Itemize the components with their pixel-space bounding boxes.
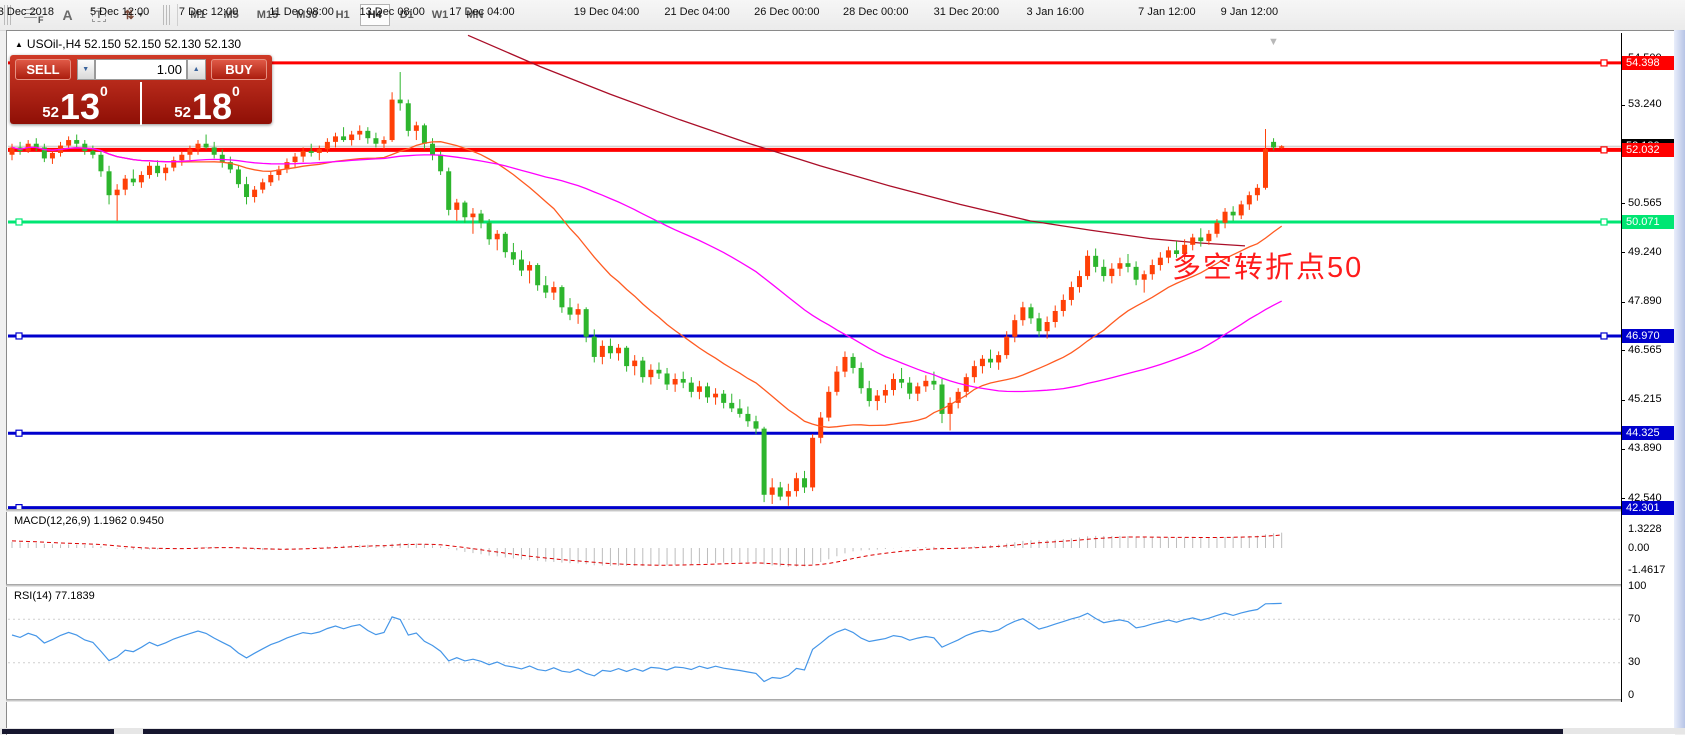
volume-decrease-button[interactable]: ▼	[77, 59, 96, 80]
price-axis[interactable]: 54.50053.24050.56549.24047.89046.56545.2…	[1621, 33, 1674, 728]
axis-tick	[1621, 400, 1625, 401]
ma-slow-line	[12, 147, 1282, 391]
bottom-edge-segment	[143, 729, 1563, 734]
price-tick-label: 45.215	[1628, 393, 1662, 405]
time-axis-label: 21 Dec 04:00	[664, 6, 729, 18]
rsi-label: RSI(14) 77.1839	[14, 590, 95, 602]
time-axis-label: 7 Jan 12:00	[1138, 6, 1196, 18]
rsi-canvas	[8, 587, 1621, 700]
sell-price-display[interactable]: 52130	[10, 82, 142, 125]
sell-button[interactable]: SELL	[15, 59, 71, 80]
window-scrollbar[interactable]	[1674, 30, 1685, 734]
chart-title: ▲ USOil-,H4 52.150 52.150 52.130 52.130	[15, 37, 241, 51]
axis-tick	[1621, 203, 1625, 204]
axis-tick	[1621, 302, 1625, 303]
panel-splitter[interactable]	[6, 699, 1674, 702]
level-handle-50.071[interactable]	[16, 219, 22, 225]
rsi-axis-label: 0	[1628, 689, 1634, 701]
annotation-text: 多空转折点50	[1172, 251, 1363, 284]
bottom-window-edge	[0, 728, 1685, 734]
macd-canvas	[8, 512, 1621, 585]
macd-axis-label: 1.3228	[1628, 523, 1662, 535]
level-handle-46.970[interactable]	[16, 333, 22, 339]
axis-tick	[1621, 105, 1625, 106]
buy-price-sup: 0	[232, 84, 240, 98]
buy-price-prefix: 52	[174, 105, 191, 122]
time-axis-label: 26 Dec 00:00	[754, 6, 819, 18]
macd-axis-label: 0.00	[1628, 542, 1649, 554]
axis-tick	[1621, 498, 1625, 499]
level-handle-46.970[interactable]	[1601, 333, 1607, 339]
sell-price-main: 13	[60, 92, 100, 122]
time-axis-label: 7 Dec 12:00	[179, 6, 238, 18]
ma-longterm-line	[468, 35, 1245, 246]
axis-tick	[1621, 449, 1625, 450]
chevron-down-icon: ▼	[82, 66, 89, 73]
time-axis-label: 5 Dec 12:00	[90, 6, 149, 18]
buy-button[interactable]: BUY	[211, 59, 267, 80]
chart-shift-marker-icon[interactable]: ▼	[1268, 36, 1279, 48]
chart-title-text: USOil-,H4 52.150 52.150 52.130 52.130	[27, 37, 241, 51]
one-click-trading-panel: SELL ▼ ▲ BUY 52130 52180	[10, 55, 272, 124]
sell-price-prefix: 52	[42, 105, 59, 122]
buy-price-main: 18	[192, 92, 232, 122]
macd-label: MACD(12,26,9) 1.1962 0.9450	[14, 515, 164, 527]
main-chart-pane[interactable]: 多空转折点50 ▼ ▲ USOil-,H4 52.150 52.150 52.130…	[8, 33, 1621, 510]
rsi-line	[12, 603, 1282, 681]
macd-signal-line	[12, 535, 1282, 565]
price-tick-label: 53.240	[1628, 98, 1662, 110]
time-axis-label: 9 Jan 12:00	[1221, 6, 1279, 18]
volume-increase-button[interactable]: ▲	[187, 59, 206, 80]
time-axis-label: 31 Dec 20:00	[934, 6, 999, 18]
time-axis-label: 17 Dec 04:00	[449, 6, 514, 18]
time-axis-label: 19 Dec 04:00	[574, 6, 639, 18]
time-axis-label: 28 Dec 00:00	[843, 6, 908, 18]
level-label-54.398: 54.398	[1622, 56, 1674, 70]
time-axis-label: 11 Dec 08:00	[269, 6, 334, 18]
axis-tick	[1621, 252, 1625, 253]
axis-tick	[1621, 350, 1625, 351]
bottom-edge-segment	[2, 729, 114, 734]
level-label-50.071: 50.071	[1622, 215, 1674, 229]
candles	[10, 72, 1285, 506]
symbol-marker-icon: ▲	[15, 40, 23, 49]
axis-border	[1621, 33, 1622, 702]
macd-indicator-pane[interactable]: MACD(12,26,9) 1.1962 0.9450	[8, 512, 1621, 585]
level-handle-52.032[interactable]	[1601, 147, 1607, 153]
time-axis-label: 3 Jan 16:00	[1027, 6, 1085, 18]
price-tick-label: 50.565	[1628, 197, 1662, 209]
rsi-axis-label: 30	[1628, 656, 1640, 668]
volume-input[interactable]	[95, 59, 187, 80]
level-label-42.301: 42.301	[1622, 501, 1674, 515]
level-label-52.032: 52.032	[1622, 143, 1674, 157]
price-tick-label: 49.240	[1628, 246, 1662, 258]
price-tick-label: 43.890	[1628, 442, 1662, 454]
rsi-indicator-pane[interactable]: RSI(14) 77.1839	[8, 587, 1621, 700]
toolbar-grip[interactable]	[163, 5, 170, 25]
time-axis-label: 3 Dec 2018	[0, 6, 54, 18]
price-tick-label: 46.565	[1628, 344, 1662, 356]
macd-axis-label: -1.4617	[1628, 564, 1665, 576]
rsi-axis-label: 100	[1628, 580, 1646, 592]
text-label-icon: A	[62, 7, 72, 23]
rsi-axis-label: 70	[1628, 613, 1640, 625]
sell-price-sup: 0	[100, 84, 108, 98]
chevron-up-icon: ▲	[193, 66, 200, 73]
ma-fast-line	[12, 142, 1282, 428]
level-handle-54.398[interactable]	[1601, 60, 1607, 66]
time-axis-label: 13 Dec 08:00	[359, 6, 424, 18]
level-label-44.325: 44.325	[1622, 426, 1674, 440]
tool-text-label-button[interactable]: A	[55, 3, 81, 27]
level-label-46.970: 46.970	[1622, 329, 1674, 343]
macd-histogram	[12, 533, 1282, 567]
level-handle-50.071[interactable]	[1601, 219, 1607, 225]
buy-price-display[interactable]: 52180	[142, 82, 272, 125]
price-tick-label: 47.890	[1628, 295, 1662, 307]
level-handle-44.325[interactable]	[16, 430, 22, 436]
